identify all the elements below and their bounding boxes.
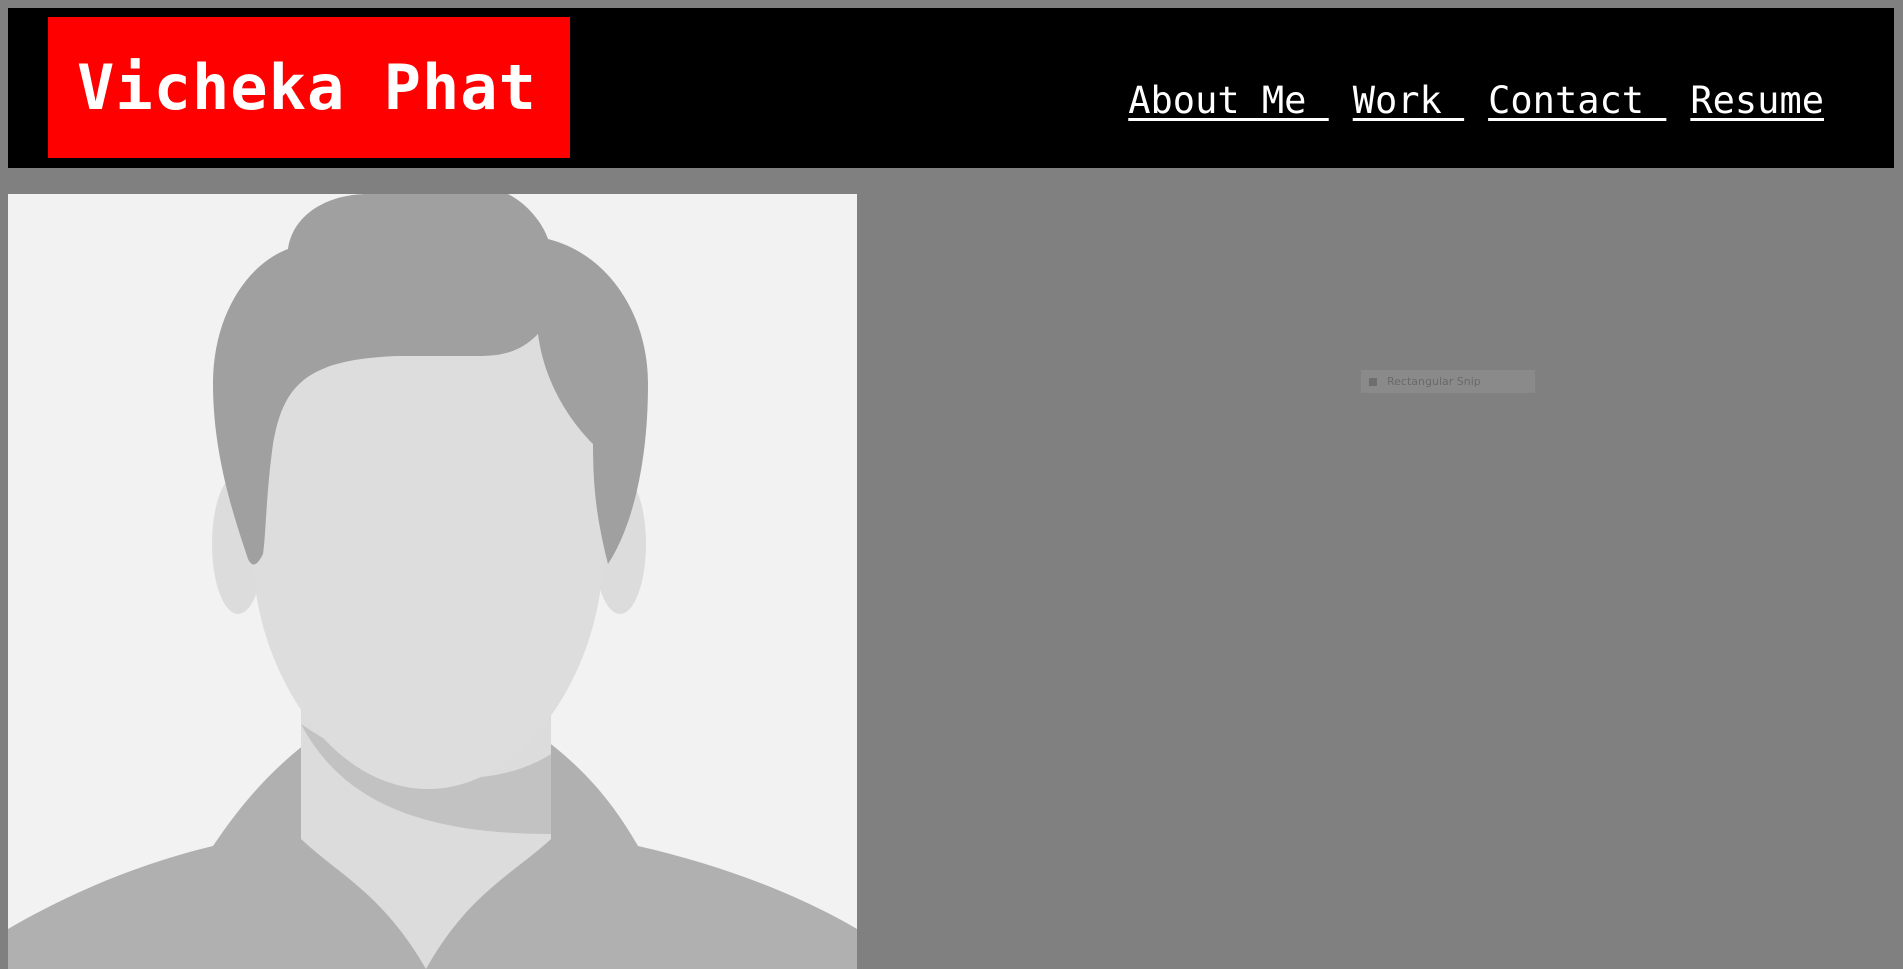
name-banner: Vicheka Phat: [48, 17, 570, 158]
nav-link-work[interactable]: Work: [1353, 79, 1464, 122]
profile-photo: [8, 194, 857, 969]
nav-link-about-me[interactable]: About Me: [1128, 79, 1328, 122]
nav-link-resume[interactable]: Resume: [1690, 79, 1824, 122]
snip-label: Rectangular Snip: [1387, 375, 1481, 388]
avatar-placeholder-icon: [8, 194, 857, 969]
page: Vicheka Phat About Me Work Contact Resum…: [0, 0, 1903, 969]
nav-link-contact[interactable]: Contact: [1488, 79, 1666, 122]
site-title: Vicheka Phat: [77, 51, 537, 124]
snip-tooltip: Rectangular Snip: [1361, 370, 1535, 393]
site-header: Vicheka Phat About Me Work Contact Resum…: [8, 8, 1894, 168]
main-nav: About Me Work Contact Resume: [1128, 79, 1824, 122]
snip-icon: [1369, 377, 1377, 386]
